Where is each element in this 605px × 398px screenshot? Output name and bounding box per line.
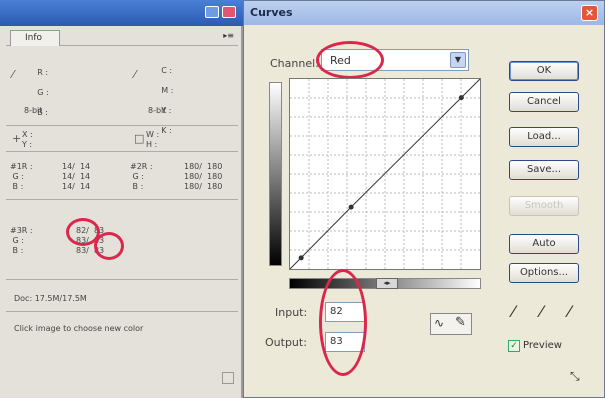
smooth-button[interactable]: Smooth xyxy=(509,196,579,216)
curve-grid[interactable] xyxy=(289,78,481,270)
eyedropper-cmyk-icon: ⁄ xyxy=(134,68,136,81)
gradient-toggle-icon[interactable]: ◂▸ xyxy=(376,278,398,289)
curve-point xyxy=(298,255,304,261)
auto-button[interactable]: Auto xyxy=(509,234,579,254)
samplers-section-2: #3R : G : B : 82/ 83 83/ 83 83/ 83 xyxy=(6,200,238,280)
sample3-labels: #3R : G : B : xyxy=(10,226,33,255)
ok-button[interactable]: OK xyxy=(509,61,579,81)
sample2-labels: #2R : G : B : xyxy=(130,162,153,191)
chevron-down-icon[interactable]: ▼ xyxy=(450,52,466,68)
palette-menu-icon[interactable]: ▸≡ xyxy=(223,31,234,40)
preview-label: Preview xyxy=(523,340,562,351)
pencil-tool-icon[interactable]: ✎ xyxy=(455,315,466,330)
tab-info[interactable]: Info xyxy=(10,30,60,46)
expand-icon[interactable]: ⤡ xyxy=(570,369,580,384)
bit-depth-left: 8-bit xyxy=(24,106,43,115)
samplers-section-1: #1R : G : B : 14/ 14 14/ 14 14/ 14 #2R :… xyxy=(6,152,238,200)
label-r: R : xyxy=(37,68,49,77)
load-button[interactable]: Load... xyxy=(509,127,579,147)
curve-graph[interactable] xyxy=(290,79,480,269)
palette-tabs: Info ▸≡ xyxy=(6,28,238,46)
resize-grip-icon[interactable] xyxy=(222,372,234,384)
white-eyedropper-icon[interactable]: ⁄ xyxy=(568,302,571,321)
channel-label: Channel: xyxy=(270,57,319,70)
cancel-button[interactable]: Cancel xyxy=(509,92,579,112)
output-gradient-bar xyxy=(269,82,282,266)
eyedropper-icon: ⁄ xyxy=(12,68,14,81)
highlight-circle-io xyxy=(319,269,367,376)
curve-point-tool-icon[interactable]: ∿ xyxy=(434,316,444,330)
minimize-icon[interactable] xyxy=(205,6,219,18)
position-section: + X : Y : □ W : H : xyxy=(6,126,238,152)
black-eyedropper-icon[interactable]: ⁄ xyxy=(512,302,515,321)
curves-dialog: Curves × Channel: Red ▼ ◂▸ Input: 82 Out… xyxy=(243,0,605,398)
gray-eyedropper-icon[interactable]: ⁄ xyxy=(540,302,543,321)
highlight-circle-channel xyxy=(316,41,384,79)
xy-labels: X : Y : xyxy=(22,130,33,149)
label-m: M : xyxy=(161,86,174,95)
dialog-title-bar[interactable]: Curves × xyxy=(244,1,604,25)
wh-labels: W : H : xyxy=(146,130,160,149)
color-readout-section: ⁄ R : G : B : 8-bit ⁄ C : M : Y : K : 8-… xyxy=(6,48,238,135)
label-c: C : xyxy=(161,66,173,75)
sample1-labels: #1R : G : B : xyxy=(10,162,33,191)
status-text: Click image to choose new color xyxy=(14,324,144,333)
close-palette-icon[interactable] xyxy=(222,6,236,18)
rgb-labels: R : G : B : xyxy=(22,58,49,128)
save-button[interactable]: Save... xyxy=(509,160,579,180)
doc-size: Doc: 17.5M/17.5M xyxy=(14,294,87,303)
info-palette: Info ▸≡ ⁄ R : G : B : 8-bit ⁄ C : M : Y … xyxy=(0,0,243,398)
palette-title-bar[interactable] xyxy=(0,0,243,26)
status-section: Click image to choose new color xyxy=(6,312,238,352)
bit-depth-right: 8-bit xyxy=(148,106,167,115)
doc-size-section: Doc: 17.5M/17.5M xyxy=(6,282,238,312)
label-g: G : xyxy=(37,88,49,97)
curve-tools: ∿ ✎ xyxy=(430,313,472,335)
output-label: Output: xyxy=(265,336,307,349)
preview-checkbox[interactable]: ✓ xyxy=(508,340,520,352)
sample2-values: 180/ 180 180/ 180 180/ 180 xyxy=(184,162,223,191)
options-button[interactable]: Options... xyxy=(509,263,579,283)
highlight-circle-output xyxy=(94,232,124,260)
crosshair-icon: + xyxy=(12,132,22,145)
marquee-icon: □ xyxy=(134,132,145,145)
curve-point xyxy=(348,204,354,210)
dialog-title: Curves xyxy=(250,6,293,19)
sample1-values: 14/ 14 14/ 14 14/ 14 xyxy=(62,162,91,191)
input-label: Input: xyxy=(275,306,308,319)
close-icon[interactable]: × xyxy=(581,5,598,21)
curve-point xyxy=(458,95,464,101)
